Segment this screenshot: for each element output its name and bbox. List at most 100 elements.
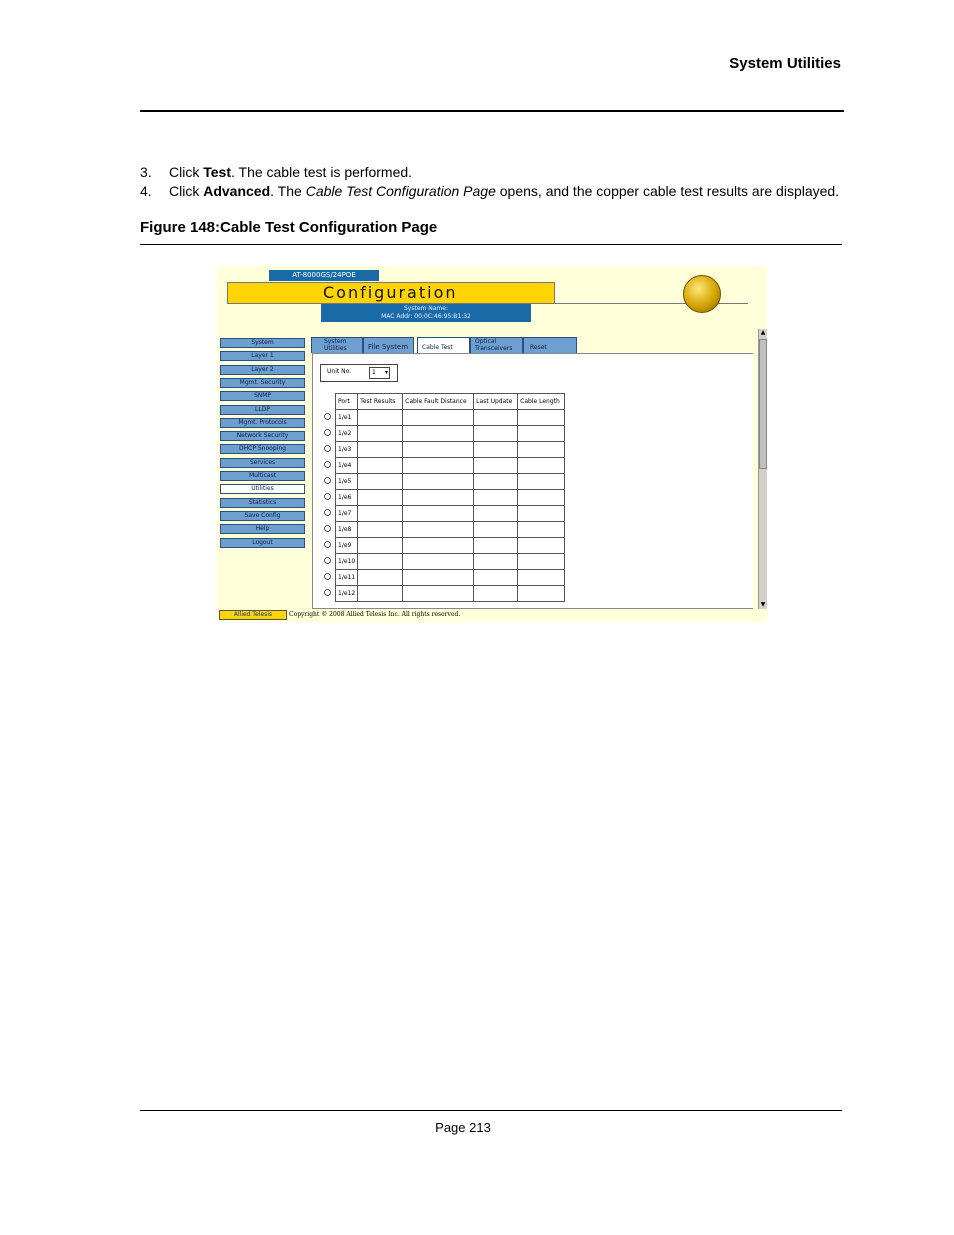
tab-optical-transceivers[interactable]: Optical Transceivers bbox=[470, 337, 523, 353]
result-cell bbox=[357, 441, 404, 458]
result-cell bbox=[357, 553, 404, 570]
scroll-thumb[interactable] bbox=[759, 339, 767, 469]
port-radio[interactable] bbox=[319, 553, 336, 570]
system-name: System Name: bbox=[403, 305, 448, 312]
radio-button[interactable] bbox=[323, 509, 331, 516]
running-header-title: System Utilities bbox=[729, 55, 841, 72]
port-radio[interactable] bbox=[319, 505, 336, 522]
nav-item-layer-2[interactable]: Layer 2 bbox=[220, 364, 305, 375]
result-cell bbox=[402, 409, 475, 426]
step-text: . The bbox=[270, 183, 306, 199]
port-cell: 1/e12 bbox=[334, 585, 359, 602]
nav-item-logout[interactable]: Logout bbox=[220, 537, 305, 548]
port-radio[interactable] bbox=[319, 473, 336, 490]
unit-dropdown[interactable]: 1 ▾ bbox=[369, 367, 390, 379]
radio-button[interactable] bbox=[323, 589, 331, 596]
footer-rule bbox=[140, 1110, 842, 1111]
port-radio[interactable] bbox=[319, 425, 336, 442]
result-cell bbox=[517, 505, 566, 522]
nav-item-mgmt-protocols[interactable]: Mgmt. Protocols bbox=[220, 417, 305, 428]
result-cell bbox=[473, 409, 519, 426]
tab-reset[interactable]: Reset bbox=[523, 337, 577, 353]
result-cell bbox=[517, 441, 566, 458]
tab-file-system[interactable]: File System bbox=[363, 337, 414, 353]
radio-button[interactable] bbox=[323, 541, 331, 548]
radio-button[interactable] bbox=[323, 573, 331, 580]
table-row: 1/e9 bbox=[319, 537, 566, 554]
port-cell: 1/e1 bbox=[334, 409, 359, 426]
tab-system-utilities[interactable]: System Utilities bbox=[311, 337, 363, 353]
result-cell bbox=[517, 553, 566, 570]
nav-item-network-security[interactable]: Network Security bbox=[220, 431, 305, 442]
table-header-row: Port Test Results Cable Fault Distance L… bbox=[319, 393, 566, 410]
port-radio[interactable] bbox=[319, 537, 336, 554]
nav-item-save-config[interactable]: Save Config bbox=[220, 510, 305, 521]
scroll-up-icon[interactable]: ▲ bbox=[759, 329, 767, 337]
nav-item-services[interactable]: Services bbox=[220, 457, 305, 468]
radio-button[interactable] bbox=[323, 477, 331, 484]
port-radio[interactable] bbox=[319, 521, 336, 538]
step-4: 4. Click Advanced. The Cable Test Configu… bbox=[140, 183, 839, 199]
step-bold-text: Advanced bbox=[203, 183, 271, 199]
result-cell bbox=[517, 457, 566, 474]
port-radio[interactable] bbox=[319, 585, 336, 602]
nav-item-snmp[interactable]: SNMP bbox=[220, 391, 305, 402]
nav-item-utilities[interactable]: Utilities bbox=[220, 484, 305, 495]
step-bold-text: Test bbox=[203, 164, 231, 180]
table-row: 1/e5 bbox=[319, 473, 566, 490]
result-cell bbox=[357, 569, 404, 586]
nav-item-lldp[interactable]: LLDP bbox=[220, 404, 305, 415]
result-cell bbox=[473, 585, 519, 602]
configuration-title: Configuration bbox=[323, 283, 458, 302]
port-radio[interactable] bbox=[319, 489, 336, 506]
cable-test-screenshot: AT-8000GS/24POE Configuration System Nam… bbox=[217, 266, 767, 622]
radio-button[interactable] bbox=[323, 429, 331, 436]
radio-button[interactable] bbox=[323, 413, 331, 420]
radio-button[interactable] bbox=[323, 445, 331, 452]
result-cell bbox=[402, 505, 475, 522]
result-cell bbox=[357, 521, 404, 538]
nav-item-mgmt-security[interactable]: Mgmt. Security bbox=[220, 377, 305, 388]
vertical-scrollbar[interactable]: ▲ ▼ bbox=[758, 329, 767, 609]
nav-item-layer-1[interactable]: Layer 1 bbox=[220, 351, 305, 362]
result-cell bbox=[473, 569, 519, 586]
scroll-down-icon[interactable]: ▼ bbox=[759, 601, 767, 609]
unit-label: Unit No. bbox=[327, 368, 352, 375]
system-info-box: System Name: MAC Addr: 00:0C:46:95:B1:32 bbox=[321, 304, 531, 322]
copyright-text: Copyright © 2008 Allied Telesis Inc. All… bbox=[289, 611, 461, 618]
chevron-down-icon: ▾ bbox=[384, 369, 388, 376]
radio-button[interactable] bbox=[323, 461, 331, 468]
nav-item-help[interactable]: Help bbox=[220, 524, 305, 535]
result-cell bbox=[473, 505, 519, 522]
result-cell bbox=[517, 585, 566, 602]
result-cell bbox=[473, 457, 519, 474]
port-radio[interactable] bbox=[319, 569, 336, 586]
tab-label: File System bbox=[368, 343, 409, 351]
radio-button[interactable] bbox=[323, 493, 331, 500]
port-radio[interactable] bbox=[319, 441, 336, 458]
result-cell bbox=[473, 521, 519, 538]
result-cell bbox=[517, 537, 566, 554]
port-radio[interactable] bbox=[319, 457, 336, 474]
port-cell: 1/e2 bbox=[334, 425, 359, 442]
radio-button[interactable] bbox=[323, 525, 331, 532]
tab-cable-test[interactable]: Cable Test bbox=[417, 337, 470, 353]
result-cell bbox=[402, 521, 475, 538]
port-radio[interactable] bbox=[319, 409, 336, 426]
unit-selector: Unit No. 1 ▾ bbox=[320, 364, 398, 382]
step-number: 4. bbox=[140, 183, 152, 199]
nav-item-system[interactable]: System bbox=[220, 338, 305, 348]
tab-label: Cable Test bbox=[422, 344, 453, 351]
nav-item-statistics[interactable]: Statistics bbox=[220, 497, 305, 508]
result-cell bbox=[357, 425, 404, 442]
result-cell bbox=[517, 425, 566, 442]
figure-caption: Figure 148:Cable Test Configuration Page bbox=[140, 219, 438, 236]
radio-button[interactable] bbox=[323, 557, 331, 564]
nav-item-dhcp-snooping[interactable]: DHCP Snooping bbox=[220, 444, 305, 455]
result-cell bbox=[357, 537, 404, 554]
step-number: 3. bbox=[140, 164, 152, 180]
nav-item-multicast[interactable]: Multicast bbox=[220, 471, 305, 481]
port-cell: 1/e6 bbox=[334, 489, 359, 506]
unit-value: 1 bbox=[372, 369, 376, 376]
page-number: Page 213 bbox=[435, 1120, 491, 1135]
